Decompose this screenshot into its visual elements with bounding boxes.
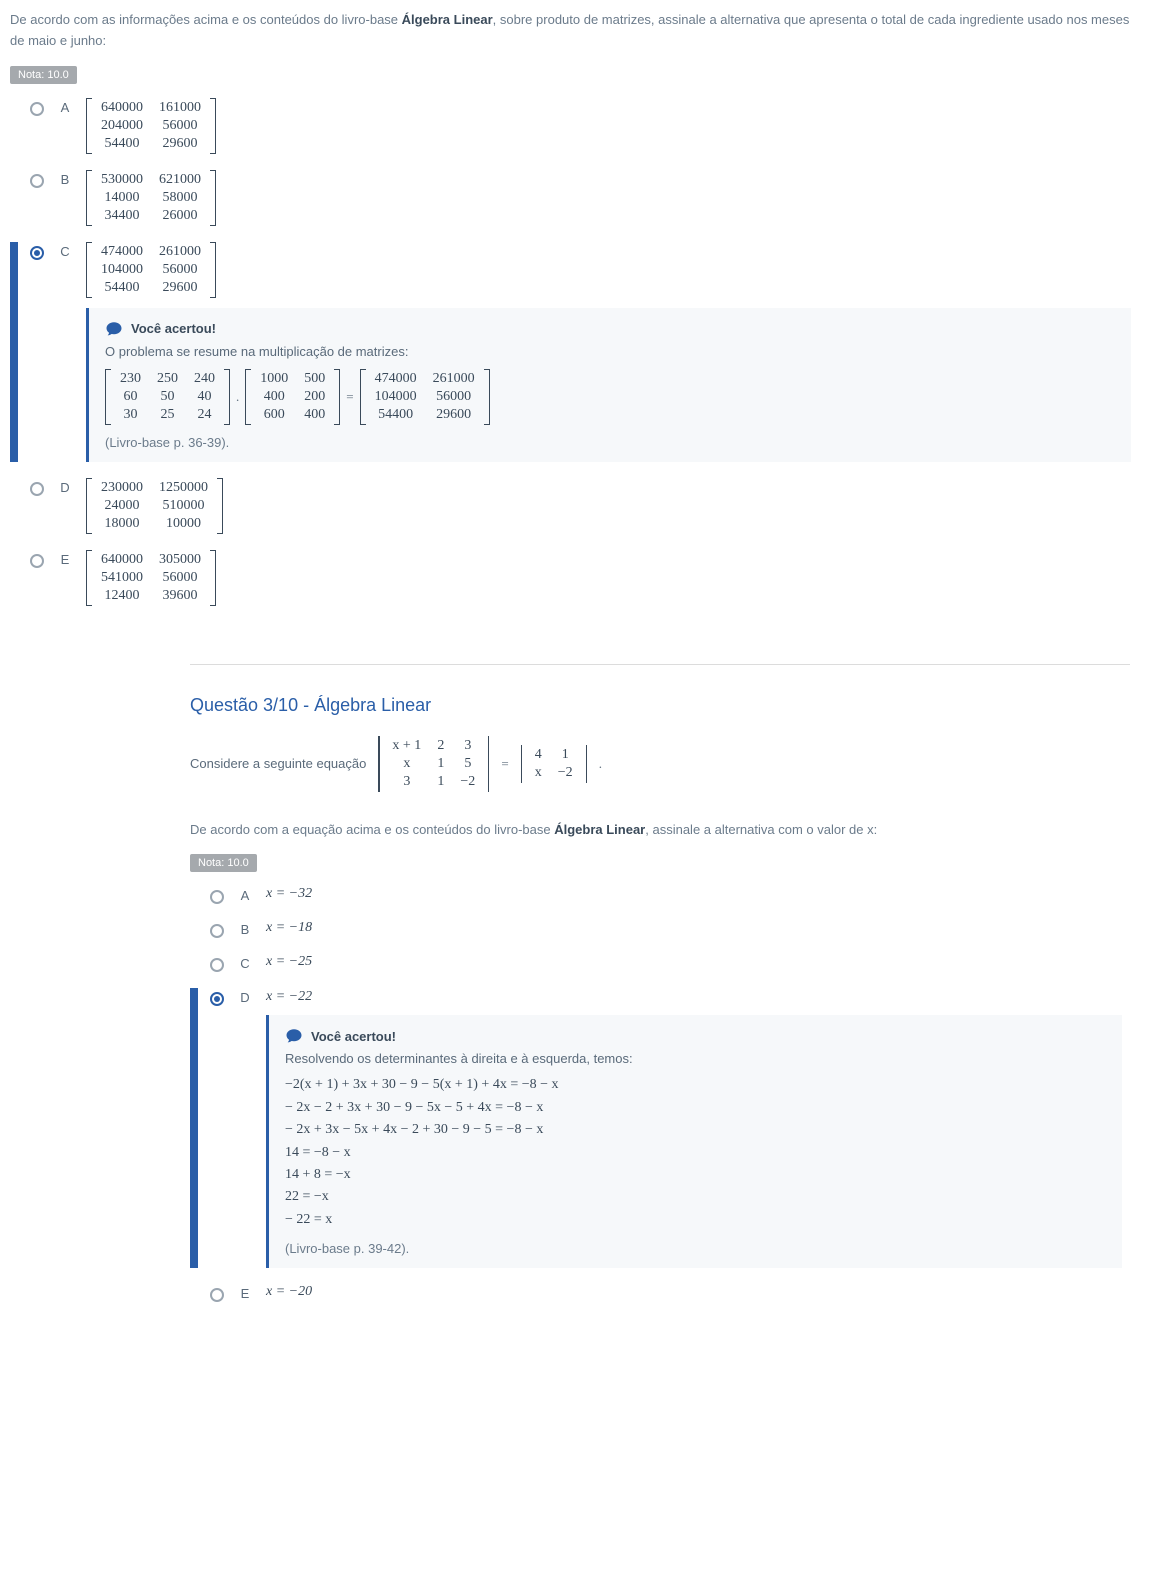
feedback-ref: (Livro-base p. 39-42).: [285, 1241, 1106, 1256]
q2-feedback: Você acertou! O problema se resume na mu…: [86, 308, 1131, 462]
q3-option-b[interactable]: B x = −18: [190, 912, 1130, 946]
q2-option-e[interactable]: E 640000305000541000560001240039600: [10, 542, 1139, 614]
radio-b[interactable]: [210, 924, 224, 938]
option-letter: A: [56, 98, 74, 115]
radio-a[interactable]: [30, 102, 44, 116]
q3-nota-badge: Nota: 10.0: [190, 854, 257, 872]
comment-icon: [105, 320, 123, 338]
q2-option-a[interactable]: A 640000161000204000560005440029600: [10, 90, 1139, 162]
q3-feedback: Você acertou! Resolvendo os determinante…: [266, 1015, 1122, 1268]
feedback-steps: −2(x + 1) + 3x + 30 − 9 − 5(x + 1) + 4x …: [285, 1074, 1106, 1231]
radio-c[interactable]: [210, 958, 224, 972]
q2-option-c[interactable]: C 474000261000104000560005440029600 Você…: [10, 234, 1139, 470]
feedback-line: Resolvendo os determinantes à direita e …: [285, 1051, 1106, 1066]
divider: [190, 664, 1130, 665]
radio-d[interactable]: [210, 992, 224, 1006]
comment-icon: [285, 1027, 303, 1045]
option-letter: B: [56, 170, 74, 187]
option-letter: D: [56, 478, 74, 495]
q2-options: A 640000161000204000560005440029600 B 53…: [10, 90, 1139, 614]
radio-d[interactable]: [30, 482, 44, 496]
q3-options: A x = −32 B x = −18 C x = −25 D x = −22: [190, 878, 1130, 1310]
feedback-title: Você acertou!: [131, 321, 216, 336]
feedback-title: Você acertou!: [311, 1029, 396, 1044]
q3-option-d[interactable]: D x = −22 Você acertou! Resolvendo os de…: [190, 980, 1130, 1276]
q3-title: Questão 3/10 - Álgebra Linear: [190, 695, 1130, 716]
q3-option-e[interactable]: E x = −20: [190, 1276, 1130, 1310]
q2-intro: De acordo com as informações acima e os …: [10, 10, 1139, 52]
option-letter: E: [56, 550, 74, 567]
radio-e[interactable]: [30, 554, 44, 568]
q3-option-c[interactable]: C x = −25: [190, 946, 1130, 980]
q2-option-d[interactable]: D 2300001250000240005100001800010000: [10, 470, 1139, 542]
feedback-line: O problema se resume na multiplicação de…: [105, 344, 1115, 359]
option-letter: C: [56, 242, 74, 259]
matrix-a: 640000161000204000560005440029600: [86, 98, 216, 154]
feedback-ref: (Livro-base p. 36-39).: [105, 435, 1115, 450]
consider-label: Considere a seguinte equação: [190, 756, 366, 771]
q2-intro-bold: Álgebra Linear: [402, 12, 493, 27]
radio-e[interactable]: [210, 1288, 224, 1302]
q3-option-a[interactable]: A x = −32: [190, 878, 1130, 912]
q2-intro-prefix: De acordo com as informações acima e os …: [10, 12, 402, 27]
q2-nota-badge: Nota: 10.0: [10, 66, 77, 84]
matrix-d: 2300001250000240005100001800010000: [86, 478, 223, 534]
q3-intro: De acordo com a equação acima e os conte…: [190, 820, 1130, 841]
matrix-b: 53000062100014000580003440026000: [86, 170, 216, 226]
matrix-c: 474000261000104000560005440029600: [86, 242, 216, 298]
radio-a[interactable]: [210, 890, 224, 904]
q2-option-b[interactable]: B 53000062100014000580003440026000: [10, 162, 1139, 234]
q3-equation: Considere a seguinte equação x + 123x153…: [190, 736, 1130, 792]
radio-b[interactable]: [30, 174, 44, 188]
radio-c[interactable]: [30, 246, 44, 260]
matrix-e: 640000305000541000560001240039600: [86, 550, 216, 606]
